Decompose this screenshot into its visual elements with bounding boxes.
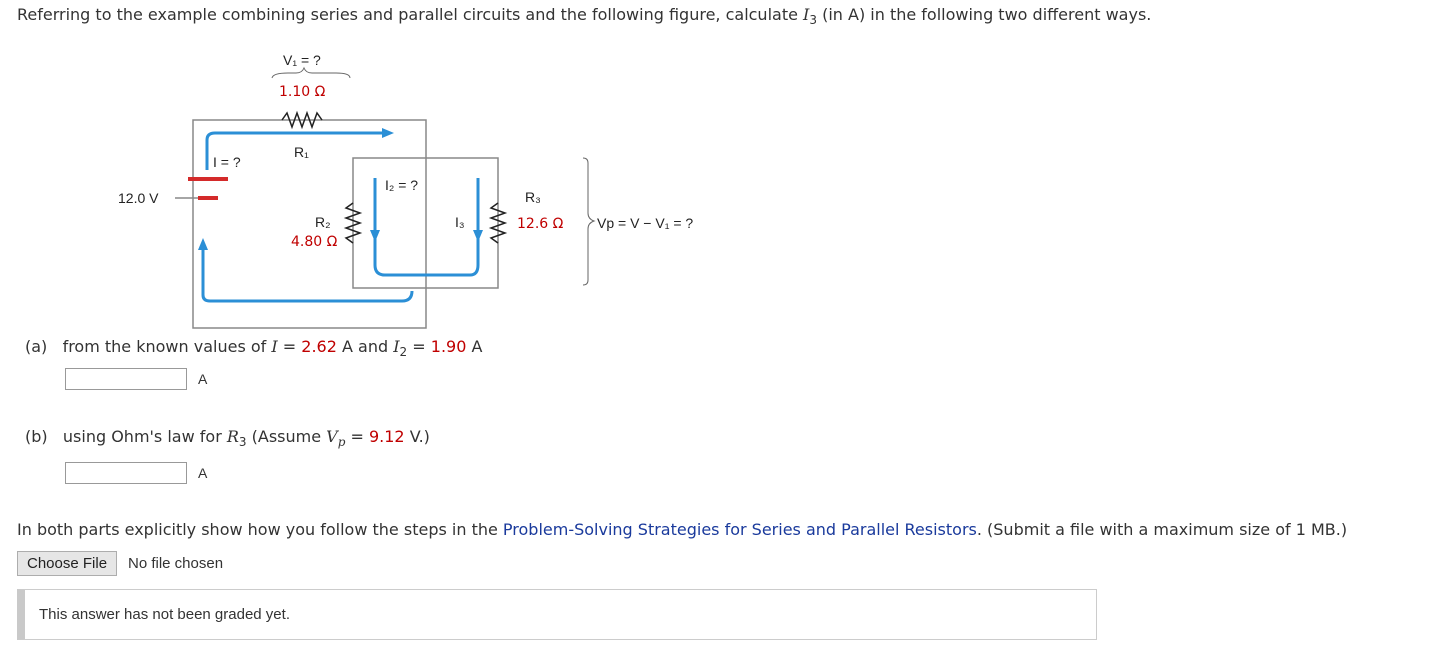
r1-label: R₁ bbox=[294, 144, 309, 160]
unit-a: A bbox=[466, 337, 483, 356]
r1-value: 1.10 Ω bbox=[279, 84, 326, 100]
part-a-prompt: (a) from the known values of I = 2.62 A … bbox=[25, 337, 482, 359]
part-a-answer-input[interactable] bbox=[65, 368, 187, 390]
var-r3: R bbox=[226, 427, 239, 446]
value-i: 2.62 bbox=[301, 337, 337, 356]
value-vp: 9.12 bbox=[368, 427, 405, 446]
r2-value: 4.80 Ω bbox=[291, 234, 338, 250]
current-i-label: I = ? bbox=[213, 154, 241, 170]
part-b-prompt: (b) using Ohm's law for R3 (Assume Vp = … bbox=[25, 427, 430, 449]
source-voltage-label: 12.0 V bbox=[118, 190, 159, 206]
v1-label: V₁ = ? bbox=[283, 52, 321, 68]
question-intro-end: (in A) in the following two different wa… bbox=[817, 5, 1152, 24]
part-a-text: from the known values of bbox=[62, 337, 272, 356]
part-b-answer-input[interactable] bbox=[65, 462, 187, 484]
r2-label: R₂ bbox=[315, 214, 331, 230]
grading-status-box: This answer has not been graded yet. bbox=[17, 589, 1097, 640]
strategies-link[interactable]: Problem-Solving Strategies for Series an… bbox=[503, 520, 977, 539]
r3-label: R₃ bbox=[525, 189, 541, 205]
part-b-text: using Ohm's law for bbox=[62, 427, 227, 446]
instructions-before: In both parts explicitly show how you fo… bbox=[17, 520, 503, 539]
current-i2-label: I₂ = ? bbox=[385, 177, 418, 193]
vp-label: Vp = V − V₁ = ? bbox=[597, 215, 693, 231]
value-i2: 1.90 bbox=[430, 337, 467, 356]
instructions-text: In both parts explicitly show how you fo… bbox=[17, 520, 1347, 539]
equals-2: = bbox=[407, 337, 431, 356]
var-i3-sub: 3 bbox=[809, 13, 817, 27]
var-r3-sub: 3 bbox=[238, 435, 247, 449]
part-a-unit: A bbox=[198, 371, 208, 387]
part-b-tag: (b) bbox=[25, 427, 48, 446]
unit-and: A and bbox=[336, 337, 394, 356]
circuit-figure: V₁ = ? 1.10 Ω R₁ I = ? 12.0 V I₂ = ? R₂ … bbox=[118, 52, 693, 329]
r3-value: 12.6 Ω bbox=[517, 216, 564, 232]
part-b-unit: A bbox=[198, 465, 208, 481]
question-text: Referring to the example combining serie… bbox=[17, 5, 1151, 27]
equals-3: = bbox=[345, 427, 369, 446]
current-i3-label: I₃ bbox=[455, 214, 465, 230]
part-b-end: V.) bbox=[404, 427, 430, 446]
instructions-after: . (Submit a file with a maximum size of … bbox=[976, 520, 1348, 539]
question-intro: Referring to the example combining serie… bbox=[17, 5, 804, 24]
equals: = bbox=[277, 337, 302, 356]
part-b-assume: (Assume bbox=[246, 427, 327, 446]
file-status: No file chosen bbox=[128, 555, 224, 572]
grading-status-text: This answer has not been graded yet. bbox=[39, 606, 290, 623]
part-a-tag: (a) bbox=[25, 337, 48, 356]
var-vp: V bbox=[326, 427, 338, 446]
choose-file-button[interactable]: Choose File bbox=[17, 551, 118, 576]
